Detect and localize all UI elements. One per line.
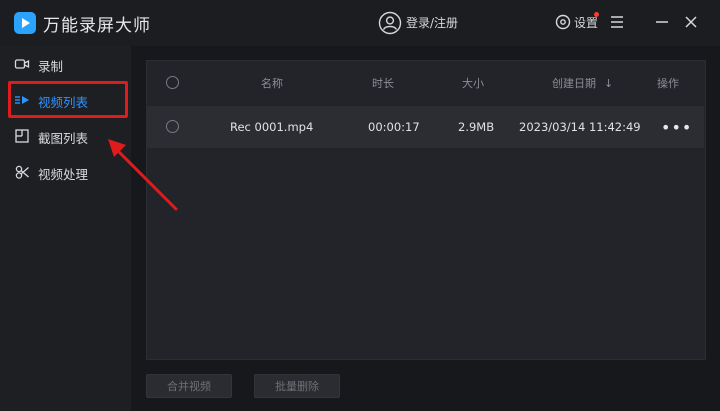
column-header-action: 操作	[657, 77, 679, 90]
annotation-highlight-box	[8, 81, 128, 118]
batch-delete-button[interactable]: 批量删除	[254, 374, 340, 398]
notification-dot	[594, 12, 599, 17]
file-duration: 00:00:17	[368, 120, 420, 134]
column-header-size[interactable]: 大小	[462, 60, 484, 106]
merge-video-button[interactable]: 合并视频	[146, 374, 232, 398]
more-options-icon[interactable]: •••	[661, 106, 692, 148]
login-register-link[interactable]: 登录/注册	[406, 14, 458, 31]
screenshot-icon	[15, 129, 29, 143]
column-header-created-label: 创建日期	[552, 77, 596, 90]
column-header-created[interactable]: 创建日期 ↓	[552, 60, 613, 106]
table-row[interactable]: Rec 0001.mp4 00:00:17 2.9MB 2023/03/14 1…	[146, 106, 704, 148]
title-bar: 万能录屏大师 登录/注册 设置	[0, 0, 720, 46]
sidebar-item-label: 截图列表	[38, 131, 89, 146]
file-created-date: 2023/03/14 11:42:49	[519, 120, 641, 134]
sidebar-item-label: 录制	[38, 59, 64, 74]
sidebar-item-record[interactable]: 录制	[0, 50, 131, 78]
file-name: Rec 0001.mp4	[230, 120, 314, 134]
app-title: 万能录屏大师	[43, 16, 151, 36]
minimize-icon[interactable]	[655, 15, 669, 29]
sidebar-item-label: 视频处理	[38, 167, 89, 182]
user-avatar-icon[interactable]	[378, 11, 402, 35]
column-header-name[interactable]: 名称	[261, 60, 283, 106]
app-logo-icon	[14, 12, 36, 34]
menu-icon[interactable]	[610, 15, 624, 29]
camera-icon	[14, 59, 30, 69]
close-icon[interactable]	[684, 15, 698, 29]
sort-arrow-icon: ↓	[604, 76, 614, 90]
video-process-icon	[15, 165, 29, 179]
select-all-radio[interactable]	[166, 76, 179, 89]
annotation-arrow-icon	[108, 139, 178, 211]
table-header: 名称 时长 大小 创建日期 ↓ 操作	[146, 60, 704, 106]
file-size: 2.9MB	[458, 120, 495, 134]
column-header-duration[interactable]: 时长	[372, 60, 394, 106]
settings-icon[interactable]	[554, 13, 572, 31]
